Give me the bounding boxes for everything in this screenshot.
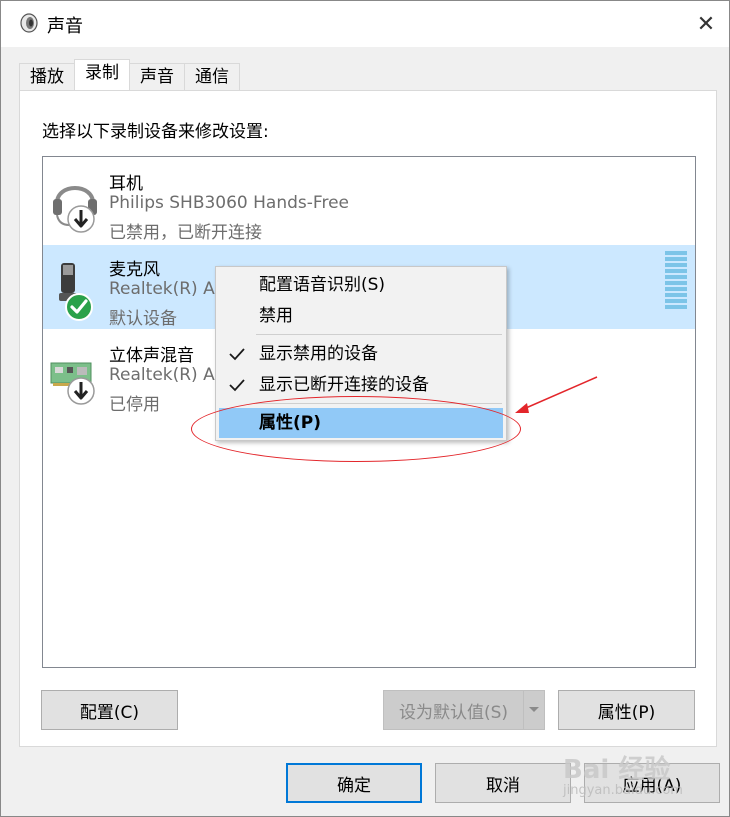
device-status: 默认设备 xyxy=(109,309,177,329)
device-description: Realtek(R) A xyxy=(109,365,215,385)
properties-button[interactable]: 属性(P) xyxy=(558,690,695,730)
menu-item-label: 显示禁用的设备 xyxy=(259,344,378,364)
close-icon: ✕ xyxy=(696,11,716,37)
instruction-text: 选择以下录制设备来修改设置: xyxy=(42,122,269,142)
headset-icon xyxy=(53,186,97,233)
checkmark-icon xyxy=(227,339,247,369)
context-menu: 配置语音识别(S) 禁用 显示禁用的设备 显示已断开连接的设备 属性(P) xyxy=(215,266,507,441)
close-button[interactable]: ✕ xyxy=(683,1,729,47)
tab-playback[interactable]: 播放 xyxy=(19,63,75,91)
tab-sounds[interactable]: 声音 xyxy=(129,63,185,91)
input-level-meter xyxy=(665,251,687,311)
ok-button[interactable]: 确定 xyxy=(286,763,422,803)
device-description: Realtek(R) A xyxy=(109,279,215,299)
menu-separator xyxy=(256,334,502,335)
menu-item-show-disconnected[interactable]: 显示已断开连接的设备 xyxy=(219,370,503,400)
microphone-icon xyxy=(59,263,93,321)
menu-item-disable[interactable]: 禁用 xyxy=(219,301,503,331)
menu-item-label: 显示已断开连接的设备 xyxy=(259,375,429,395)
tab-bar: 播放 录制 声音 通信 xyxy=(19,59,240,91)
title-bar: 声音 ✕ xyxy=(1,1,729,47)
set-default-dropdown[interactable] xyxy=(523,690,545,730)
device-status: 已停用 xyxy=(109,395,160,415)
apply-button[interactable]: 应用(A) xyxy=(584,763,720,803)
menu-item-label: 配置语音识别(S) xyxy=(259,275,386,295)
tab-communications[interactable]: 通信 xyxy=(184,63,240,91)
device-name: 麦克风 xyxy=(109,260,160,280)
device-name: 耳机 xyxy=(109,174,143,194)
menu-item-properties[interactable]: 属性(P) xyxy=(219,408,503,438)
device-description: Philips SHB3060 Hands-Free xyxy=(109,193,349,213)
checkmark-icon xyxy=(227,370,247,400)
menu-item-show-disabled[interactable]: 显示禁用的设备 xyxy=(219,339,503,369)
tab-recording[interactable]: 录制 xyxy=(74,59,130,90)
window-title: 声音 xyxy=(47,16,83,37)
menu-item-label: 禁用 xyxy=(259,306,293,326)
configure-button[interactable]: 配置(C) xyxy=(41,690,178,730)
speaker-icon xyxy=(20,13,38,33)
device-item-headset[interactable]: 耳机 Philips SHB3060 Hands-Free 已禁用，已断开连接 xyxy=(43,159,695,243)
sound-card-icon xyxy=(50,362,95,405)
cancel-button[interactable]: 取消 xyxy=(435,763,571,803)
device-status: 已禁用，已断开连接 xyxy=(109,223,262,243)
device-name: 立体声混音 xyxy=(109,346,194,366)
sound-dialog: 声音 ✕ 播放 录制 声音 通信 选择以下录制设备来修改设置: 耳机 Phili… xyxy=(0,0,730,817)
menu-separator xyxy=(256,403,502,404)
menu-item-label: 属性(P) xyxy=(259,413,321,433)
menu-item-configure-speech[interactable]: 配置语音识别(S) xyxy=(219,270,503,300)
set-default-button[interactable]: 设为默认值(S) xyxy=(383,690,524,730)
chevron-down-icon xyxy=(529,707,539,712)
